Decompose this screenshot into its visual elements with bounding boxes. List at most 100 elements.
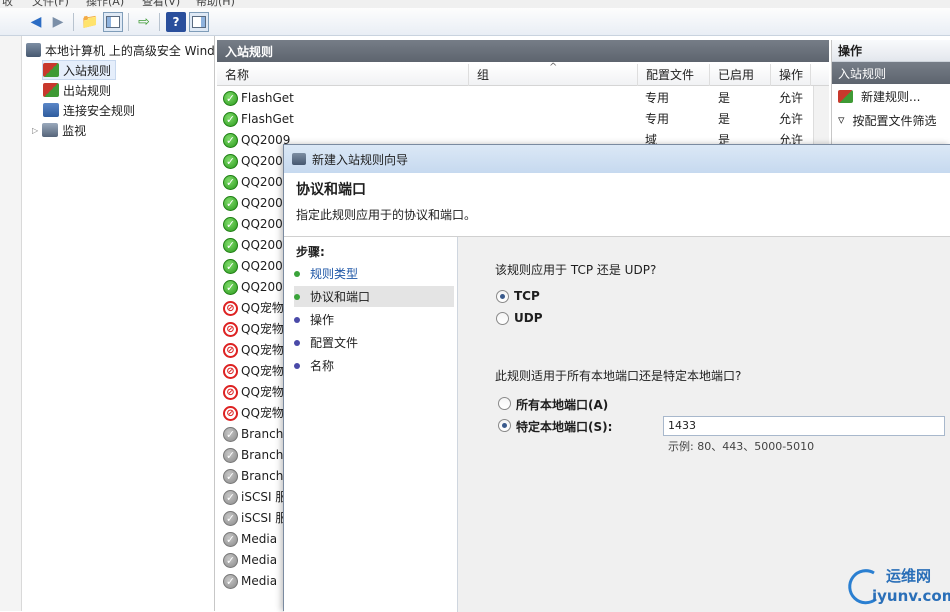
tree-item-label: 入站规则: [63, 63, 112, 78]
step-label: 操作: [310, 313, 335, 327]
steps-label: 步骤:: [296, 245, 325, 259]
udp-label[interactable]: UDP: [514, 311, 543, 325]
block-rule-icon: ⊘: [223, 385, 238, 400]
rule-name-cell: Branch: [241, 469, 284, 483]
tree-item-connection-security[interactable]: 连接安全规则: [43, 100, 135, 120]
table-row[interactable]: ✓ FlashGet 专用 是 允许: [217, 88, 829, 109]
allow-rule-icon: ✓: [223, 196, 238, 211]
watermark: 运维网 iyunv.com: [846, 563, 950, 609]
menu-bar: 收 文件(F) 操作(A) 查看(V) 帮助(H): [0, 0, 950, 8]
block-rule-icon: ⊘: [223, 343, 238, 358]
disabled-rule-icon: ✓: [223, 574, 238, 589]
disabled-rule-icon: ✓: [223, 448, 238, 463]
rule-name-cell: QQ宠物: [241, 364, 284, 378]
rule-name-cell: QQ200: [241, 238, 283, 252]
tree-item-inbound-rules[interactable]: 入站规则: [42, 60, 117, 80]
all-ports-radio[interactable]: [498, 397, 511, 410]
wizard-title-bar[interactable]: 新建入站规则向导: [284, 145, 950, 173]
forward-arrow-icon[interactable]: ▶: [48, 12, 68, 32]
new-rule-icon: [838, 89, 853, 103]
back-arrow-icon[interactable]: ◀: [26, 12, 46, 32]
tree-root-label: 本地计算机 上的高级安全 Wind: [45, 43, 215, 58]
rule-name-cell: Branch: [241, 448, 284, 462]
column-enabled[interactable]: 已启用: [710, 64, 771, 86]
column-action[interactable]: 操作: [771, 64, 811, 86]
new-rule-action[interactable]: 新建规则...: [832, 84, 950, 108]
sort-ascending-icon: ^: [549, 62, 558, 73]
step-protocol-ports[interactable]: 协议和端口: [294, 286, 454, 307]
rule-name-cell: QQ宠物: [241, 322, 284, 336]
block-rule-icon: ⊘: [223, 406, 238, 421]
rule-profile-cell: 专用: [645, 91, 670, 105]
actions-section-inbound[interactable]: 入站规则: [832, 62, 950, 84]
left-window-edge: [0, 36, 22, 611]
toolbar: ◀ ▶ 📁 ⇨ ?: [0, 8, 950, 36]
rule-name-cell: Media: [241, 553, 278, 567]
show-hide-tree-icon[interactable]: [103, 12, 123, 32]
column-group[interactable]: 组 ^: [469, 62, 638, 86]
step-label: 协议和端口: [310, 290, 371, 304]
block-rule-icon: ⊘: [223, 322, 238, 337]
column-header-row: 名称 组 ^ 配置文件 已启用 操作: [217, 62, 829, 86]
menu-file[interactable]: 文件(F): [32, 0, 69, 8]
export-list-icon[interactable]: ⇨: [134, 12, 154, 32]
wizard-heading: 协议和端口: [296, 182, 366, 198]
rule-name-cell: Media: [241, 532, 278, 546]
udp-radio[interactable]: [496, 312, 509, 325]
help-icon[interactable]: ?: [166, 12, 186, 32]
expand-triangle-icon[interactable]: ▷: [32, 126, 38, 135]
allow-rule-icon: ✓: [223, 217, 238, 232]
all-ports-label[interactable]: 所有本地端口(A): [516, 396, 608, 413]
step-pending-icon: [294, 362, 300, 369]
specific-ports-radio[interactable]: [498, 419, 511, 432]
menu-action[interactable]: 操作(A): [86, 0, 124, 8]
menu-help[interactable]: 帮助(H): [196, 0, 235, 8]
watermark-text: 运维网: [886, 567, 932, 585]
menu-view[interactable]: 查看(V): [142, 0, 180, 8]
tcp-radio[interactable]: [496, 290, 509, 303]
wizard-steps-pane: 步骤: 规则类型 协议和端口 操作 配置文件 名称: [284, 237, 458, 612]
step-rule-type[interactable]: 规则类型: [294, 263, 454, 284]
tree-item-outbound-rules[interactable]: 出站规则: [43, 80, 111, 100]
port-input[interactable]: 1433: [663, 416, 945, 436]
show-action-pane-icon[interactable]: [189, 12, 209, 32]
monitoring-icon: [42, 123, 59, 137]
step-label: 名称: [310, 359, 335, 373]
rule-name-cell: FlashGet: [241, 112, 294, 126]
column-name[interactable]: 名称: [217, 64, 469, 86]
action-pane-glyph: [192, 16, 206, 28]
step-pending-icon: [294, 316, 300, 323]
wizard-subheading: 指定此规则应用于的协议和端口。: [296, 208, 477, 222]
disabled-rule-icon: ✓: [223, 490, 238, 505]
firewall-computer-icon: [26, 43, 41, 57]
step-name: 名称: [294, 355, 454, 376]
step-profile: 配置文件: [294, 332, 454, 353]
step-pending-icon: [294, 339, 300, 346]
wizard-title: 新建入站规则向导: [312, 152, 409, 167]
rule-profile-cell: 专用: [645, 112, 670, 126]
specific-ports-label[interactable]: 特定本地端口(S):: [516, 418, 612, 435]
new-rule-label: 新建规则...: [861, 89, 921, 104]
filter-by-profile-label: 按配置文件筛选: [852, 113, 937, 128]
rule-name-cell: FlashGet: [241, 91, 294, 105]
rule-name-cell: Branch: [241, 427, 284, 441]
tree-item-monitoring[interactable]: ▷ 监视: [32, 120, 86, 140]
wizard-header: 协议和端口 指定此规则应用于的协议和端口。: [284, 173, 950, 237]
console-tree: 本地计算机 上的高级安全 Wind 入站规则 出站规则 连接安全规则 ▷ 监视: [22, 36, 215, 611]
rule-name-cell: QQ宠物: [241, 385, 284, 399]
tcp-label[interactable]: TCP: [514, 289, 540, 303]
rule-name-cell: Media: [241, 574, 278, 588]
rule-name-cell: QQ200: [241, 196, 283, 210]
rule-name-cell: QQ200: [241, 259, 283, 273]
up-folder-icon[interactable]: 📁: [80, 12, 100, 32]
outbound-rules-icon: [43, 83, 59, 97]
disabled-rule-icon: ✓: [223, 553, 238, 568]
port-question: 此规则适用于所有本地端口还是特定本地端口?: [495, 369, 742, 383]
column-profile[interactable]: 配置文件: [638, 64, 710, 86]
disabled-rule-icon: ✓: [223, 469, 238, 484]
table-row[interactable]: ✓ FlashGet 专用 是 允许: [217, 109, 829, 130]
filter-by-profile-action[interactable]: ▿ 按配置文件筛选: [832, 108, 950, 132]
inbound-rules-icon: [43, 63, 59, 77]
allow-rule-icon: ✓: [223, 91, 238, 106]
tree-root[interactable]: 本地计算机 上的高级安全 Wind: [26, 40, 215, 60]
